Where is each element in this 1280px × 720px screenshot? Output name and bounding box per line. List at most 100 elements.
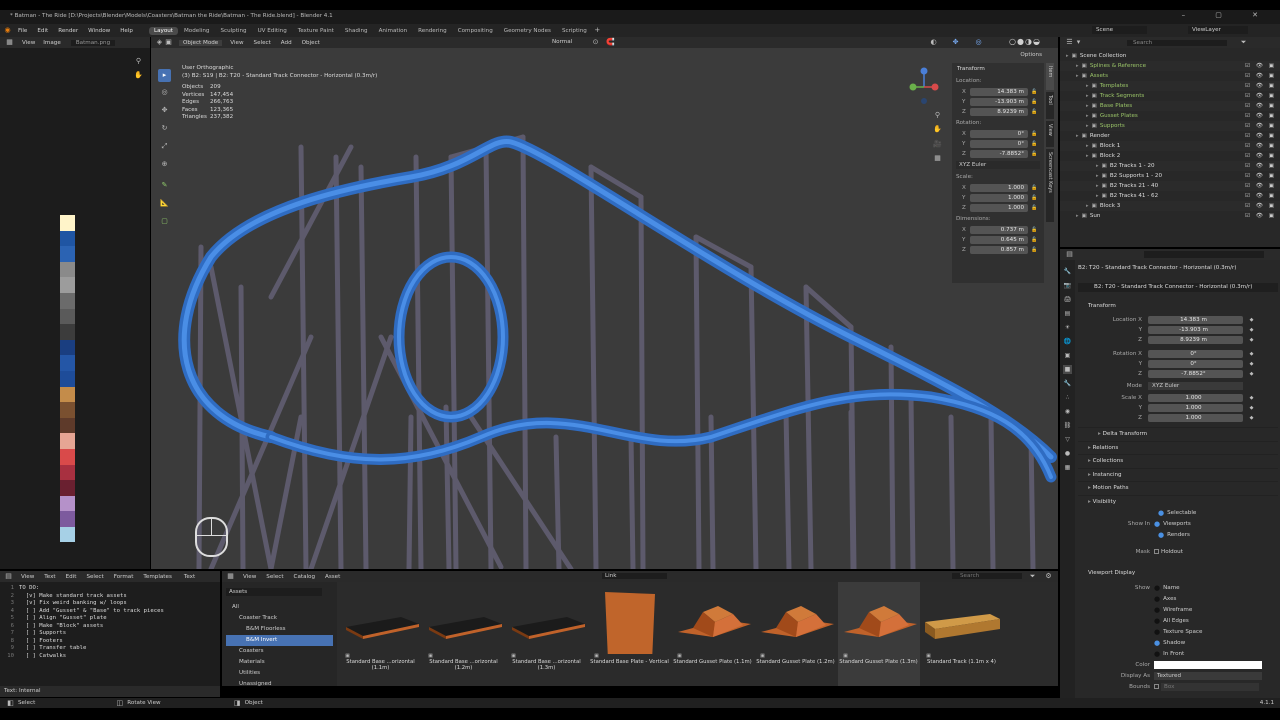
- n-location-lock-icon[interactable]: 🔓: [1030, 108, 1039, 117]
- text-datablock-name[interactable]: Text: [184, 574, 195, 580]
- outliner-item[interactable]: ▸ ▣ Render ☑ 👁 ▣: [1060, 131, 1280, 141]
- filter-icon[interactable]: ⏷: [1239, 38, 1248, 47]
- outliner-disclosure-icon[interactable]: ▸: [1096, 173, 1099, 179]
- n-dimensions-lock-icon[interactable]: 🔓: [1030, 226, 1039, 235]
- holdout-checkbox[interactable]: Holdout: [1161, 549, 1183, 555]
- vd-axes-checkbox[interactable]: Axes: [1163, 596, 1176, 602]
- sidebar-tab-screencast-keys[interactable]: Screencast Keys: [1046, 149, 1054, 223]
- section-visibility[interactable]: ▸ Visibility: [1078, 494, 1278, 509]
- prop-rotation-keyframe-icon[interactable]: ◆: [1247, 370, 1256, 379]
- transform-panel-header[interactable]: Transform: [1078, 301, 1278, 311]
- visibility-toggles-icon[interactable]: ☑ 👁 ▣: [1245, 61, 1276, 71]
- snap-icon[interactable]: 🧲: [606, 38, 615, 47]
- viewport-menu-select[interactable]: Select: [254, 40, 271, 46]
- asset-item[interactable]: ▣ Standard Gusset Plate (1.2m): [755, 582, 837, 686]
- outliner-item[interactable]: ▸ ▣ Block 2 ☑ 👁 ▣: [1060, 151, 1280, 161]
- vd-wireframe-checkbox[interactable]: Wireframe: [1163, 607, 1192, 613]
- n-dimensions-z-field[interactable]: 0.857 m: [970, 246, 1028, 254]
- n-location-lock-icon[interactable]: 🔓: [1030, 88, 1039, 97]
- visibility-toggles-icon[interactable]: ☑ 👁 ▣: [1245, 101, 1276, 111]
- tab-rendering[interactable]: Rendering: [413, 27, 452, 35]
- outliner-item[interactable]: ▸ ▣ Base Plates ☑ 👁 ▣: [1060, 101, 1280, 111]
- outliner-item[interactable]: ▸ ▣ Assets ☑ 👁 ▣: [1060, 71, 1280, 81]
- zoom-icon[interactable]: ⚲: [134, 57, 143, 66]
- properties-editor-icon[interactable]: ▤: [1065, 250, 1074, 259]
- outliner-disclosure-icon[interactable]: ▸: [1086, 83, 1089, 89]
- transform-orientation-dropdown[interactable]: Normal: [552, 39, 572, 45]
- object-name-field[interactable]: B2: T20 - Standard Track Connector - Hor…: [1078, 283, 1278, 292]
- select-mode-icon[interactable]: ▣: [164, 38, 173, 47]
- image-menu[interactable]: Image: [43, 40, 61, 46]
- sidebar-tab-view[interactable]: View: [1046, 120, 1054, 148]
- hand-icon[interactable]: ✋: [134, 71, 143, 80]
- section-collections[interactable]: ▸ Collections: [1078, 454, 1278, 468]
- visibility-toggles-icon[interactable]: ☑ 👁 ▣: [1245, 171, 1276, 181]
- tab-animation[interactable]: Animation: [374, 27, 413, 35]
- outliner-search-input[interactable]: Search: [1127, 39, 1227, 46]
- asset-item[interactable]: ▣ Standard Gusset Plate (1.3m): [838, 582, 920, 686]
- outliner-disclosure-icon[interactable]: ▸: [1076, 63, 1079, 69]
- outliner-disclosure-icon[interactable]: ▸: [1096, 193, 1099, 199]
- scene-selector[interactable]: Scene: [1092, 26, 1147, 34]
- camera-view-icon[interactable]: 🎥: [933, 140, 942, 149]
- outliner-item[interactable]: ▸ ▣ Templates ☑ 👁 ▣: [1060, 81, 1280, 91]
- section-delta-transform[interactable]: ▸ Delta Transform: [1078, 427, 1278, 441]
- sidebar-tab-tool[interactable]: Tool: [1046, 91, 1054, 119]
- asset-item[interactable]: ▣ Standard Base Plate - Vertical: [589, 582, 671, 686]
- asset-item[interactable]: ▣ Standard Track (1.1m x 4): [921, 582, 1003, 686]
- outliner-item[interactable]: ▸ ▣ Block 1 ☑ 👁 ▣: [1060, 141, 1280, 151]
- asset-menu-view[interactable]: View: [243, 574, 256, 580]
- pivot-icon[interactable]: ⊙: [591, 38, 600, 47]
- viewport-menu-view[interactable]: View: [230, 40, 243, 46]
- n-rotation-y-field[interactable]: 0°: [970, 140, 1028, 148]
- physics-icon[interactable]: ◉: [1063, 407, 1072, 416]
- window-controls[interactable]: – ▢ ✕: [1182, 11, 1272, 19]
- n-scale-z-field[interactable]: 1.000: [970, 204, 1028, 212]
- transform-icon[interactable]: ⊕: [158, 160, 171, 169]
- catalog-item[interactable]: Materials: [226, 657, 333, 668]
- scene-icon[interactable]: ☀: [1063, 323, 1072, 332]
- tab-texture-paint[interactable]: Texture Paint: [293, 27, 339, 35]
- asset-item[interactable]: ▣ Standard Base ...orizontal (1.1m): [340, 582, 422, 686]
- asset-browser-icon[interactable]: ▦: [226, 572, 235, 581]
- sidebar-tab-item[interactable]: Item: [1046, 63, 1054, 90]
- tab-modeling[interactable]: Modeling: [179, 27, 214, 35]
- catalog-item[interactable]: Unassigned: [226, 679, 333, 690]
- rotation-mode-dropdown[interactable]: XYZ Euler: [956, 161, 1040, 169]
- view-layer-icon[interactable]: ▤: [1063, 309, 1072, 318]
- visibility-toggles-icon[interactable]: ☑ 👁 ▣: [1245, 131, 1276, 141]
- asset-item[interactable]: ▣ Standard Gusset Plate (1.1m): [672, 582, 754, 686]
- section-relations[interactable]: ▸ Relations: [1078, 440, 1278, 455]
- tab-scripting[interactable]: Scripting: [557, 27, 592, 35]
- checkbox-icon[interactable]: ●: [1154, 639, 1160, 647]
- viewlayer-selector[interactable]: ViewLayer: [1188, 26, 1248, 34]
- visibility-toggles-icon[interactable]: ☑ 👁 ▣: [1245, 161, 1276, 171]
- world-icon[interactable]: 🌐: [1063, 337, 1072, 346]
- object-icon[interactable]: ■: [1063, 365, 1072, 374]
- n-scale-lock-icon[interactable]: 🔓: [1030, 184, 1039, 193]
- 3d-viewport[interactable]: ◈ ▣ Object Mode View Select Add Object Norm…: [151, 37, 1058, 569]
- visibility-toggles-icon[interactable]: ☑ 👁 ▣: [1245, 211, 1276, 221]
- tab-sculpting[interactable]: Sculpting: [215, 27, 251, 35]
- view-menu[interactable]: View: [22, 40, 35, 46]
- text-menu-format[interactable]: Format: [114, 574, 134, 580]
- prop-scale-field[interactable]: 1.000: [1148, 414, 1243, 422]
- rotate-icon[interactable]: ↻: [158, 124, 171, 133]
- outliner-item[interactable]: ▸ ▣ Track Segments ☑ 👁 ▣: [1060, 91, 1280, 101]
- prop-rotation-field[interactable]: 0°: [1148, 360, 1243, 368]
- rotation-mode-select[interactable]: XYZ Euler: [1148, 382, 1243, 390]
- vd-texture-space-checkbox[interactable]: Texture Space: [1163, 629, 1202, 635]
- n-location-z-field[interactable]: 8.9239 m: [970, 108, 1028, 116]
- pan-view-icon[interactable]: ✋: [933, 125, 942, 134]
- n-location-y-field[interactable]: -13.903 m: [970, 98, 1028, 106]
- object-mode-dropdown[interactable]: Object Mode: [179, 39, 223, 46]
- vd-shadow-checkbox[interactable]: Shadow: [1163, 640, 1185, 646]
- text-menu-view[interactable]: View: [21, 574, 34, 580]
- visibility-toggles-icon[interactable]: ☑ 👁 ▣: [1245, 111, 1276, 121]
- color-swatch[interactable]: [1154, 660, 1262, 669]
- import-method-dropdown[interactable]: Link: [602, 573, 667, 579]
- viewport-menu-add[interactable]: Add: [281, 40, 292, 46]
- overlay-icon[interactable]: ◎: [974, 38, 983, 47]
- text-editor-icon[interactable]: ▤: [4, 572, 13, 581]
- n-dimensions-lock-icon[interactable]: 🔓: [1030, 246, 1039, 255]
